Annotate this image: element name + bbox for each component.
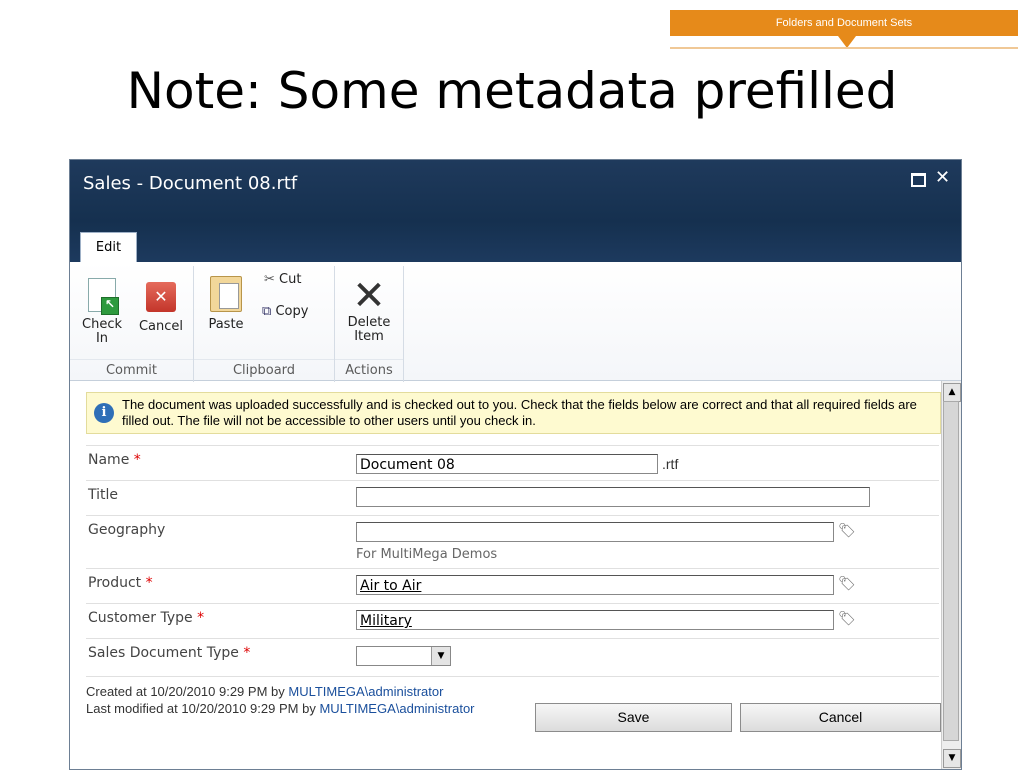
dialog-title: Sales - Document 08.rtf: [83, 173, 298, 194]
close-icon[interactable]: ✕: [935, 167, 950, 188]
ribbon-group-commit: ↖ Check In ✕ Cancel Commit: [70, 266, 194, 382]
sales-document-type-label: Sales Document Type *: [88, 645, 251, 661]
form-row-customer-type: Customer Type * Military 🏷: [86, 603, 939, 639]
scroll-up-icon[interactable]: ▲: [943, 383, 961, 402]
check-in-button[interactable]: ↖ Check In: [80, 278, 124, 346]
cancel-button[interactable]: Cancel: [740, 703, 941, 732]
maximize-icon[interactable]: [911, 173, 926, 187]
tab-edit[interactable]: Edit: [80, 232, 137, 264]
tag-icon[interactable]: 🏷: [838, 611, 860, 627]
save-button[interactable]: Save: [535, 703, 732, 732]
group-label-commit: Commit: [70, 359, 193, 382]
vertical-scrollbar[interactable]: ▲ ▼: [941, 381, 961, 769]
delete-icon: ✕: [352, 273, 386, 319]
paste-icon: [210, 276, 242, 312]
copy-label: Copy: [275, 304, 309, 319]
version-info: Created at 10/20/2010 9:29 PM by MULTIME…: [86, 683, 475, 717]
dialog-titlebar: Sales - Document 08.rtf ✕ Edit: [70, 160, 961, 264]
ribbon: ↖ Check In ✕ Cancel Commit Paste ✂ Cut ⧉: [70, 262, 961, 382]
created-info: Created at 10/20/2010 9:29 PM by MULTIME…: [86, 684, 444, 699]
form-row-product: Product * Air to Air 🏷: [86, 568, 939, 604]
cancel-checkout-button[interactable]: ✕ Cancel: [136, 282, 186, 334]
title-input[interactable]: [356, 487, 870, 507]
product-label: Product *: [88, 575, 153, 591]
check-in-label-2: In: [95, 331, 109, 346]
name-input[interactable]: Document 08: [356, 454, 658, 474]
cancel-label: Cancel: [138, 319, 184, 334]
form-row-geography: Geography 🏷 For MultiMega Demos: [86, 515, 939, 569]
modified-by-link[interactable]: MULTIMEGA\administrator: [319, 701, 474, 716]
group-label-actions: Actions: [335, 359, 403, 382]
cut-button[interactable]: ✂ Cut: [264, 272, 301, 287]
name-label: Name *: [88, 452, 141, 468]
check-in-icon: ↖: [88, 278, 119, 315]
sales-document-type-select[interactable]: ▼: [356, 646, 451, 666]
group-label-clipboard: Clipboard: [194, 359, 334, 382]
cut-label: Cut: [279, 272, 302, 287]
scroll-thumb[interactable]: [943, 401, 959, 741]
delete-item-button[interactable]: ✕ Delete Item: [343, 276, 395, 344]
delete-label-2: Item: [354, 329, 384, 344]
form-content: i The document was uploaded successfully…: [70, 381, 941, 769]
info-icon: i: [94, 403, 114, 423]
customer-type-label: Customer Type *: [88, 610, 205, 626]
geography-input[interactable]: [356, 522, 834, 542]
check-in-label-1: Check: [82, 317, 122, 332]
title-label: Title: [88, 487, 119, 503]
tag-icon[interactable]: 🏷: [838, 523, 860, 539]
edit-properties-dialog: Sales - Document 08.rtf ✕ Edit ↖ Check I…: [69, 159, 962, 770]
cut-icon: ✂: [264, 272, 275, 287]
modified-info: Last modified at 10/20/2010 9:29 PM by M…: [86, 701, 475, 716]
copy-icon: ⧉: [262, 304, 272, 319]
ribbon-group-clipboard: Paste ✂ Cut ⧉ Copy Clipboard: [194, 266, 335, 382]
chevron-down-icon: ▼: [431, 647, 450, 665]
tag-icon[interactable]: 🏷: [838, 576, 860, 592]
created-by-link[interactable]: MULTIMEGA\administrator: [288, 684, 443, 699]
form-row-sales-document-type: Sales Document Type * ▼: [86, 638, 939, 677]
cancel-icon: ✕: [146, 282, 176, 312]
notice-text: The document was uploaded successfully a…: [122, 397, 917, 428]
scroll-down-icon[interactable]: ▼: [943, 749, 961, 768]
slide-title: Note: Some metadata prefilled: [126, 62, 898, 120]
file-extension: .rtf: [662, 456, 679, 472]
upload-notice: i The document was uploaded successfully…: [86, 392, 941, 434]
geography-label: Geography: [88, 522, 166, 538]
paste-button[interactable]: Paste: [204, 276, 248, 332]
copy-button[interactable]: ⧉ Copy: [262, 304, 308, 319]
banner-divider: [670, 47, 1018, 49]
form-row-title: Title: [86, 480, 939, 516]
ribbon-group-actions: ✕ Delete Item Actions: [335, 266, 404, 382]
paste-label: Paste: [208, 317, 244, 332]
delete-label-1: Delete: [347, 315, 391, 330]
geography-hint: For MultiMega Demos: [356, 547, 498, 562]
customer-type-input[interactable]: Military: [356, 610, 834, 630]
form-row-name: Name * Document 08 .rtf: [86, 445, 939, 481]
product-input[interactable]: Air to Air: [356, 575, 834, 595]
